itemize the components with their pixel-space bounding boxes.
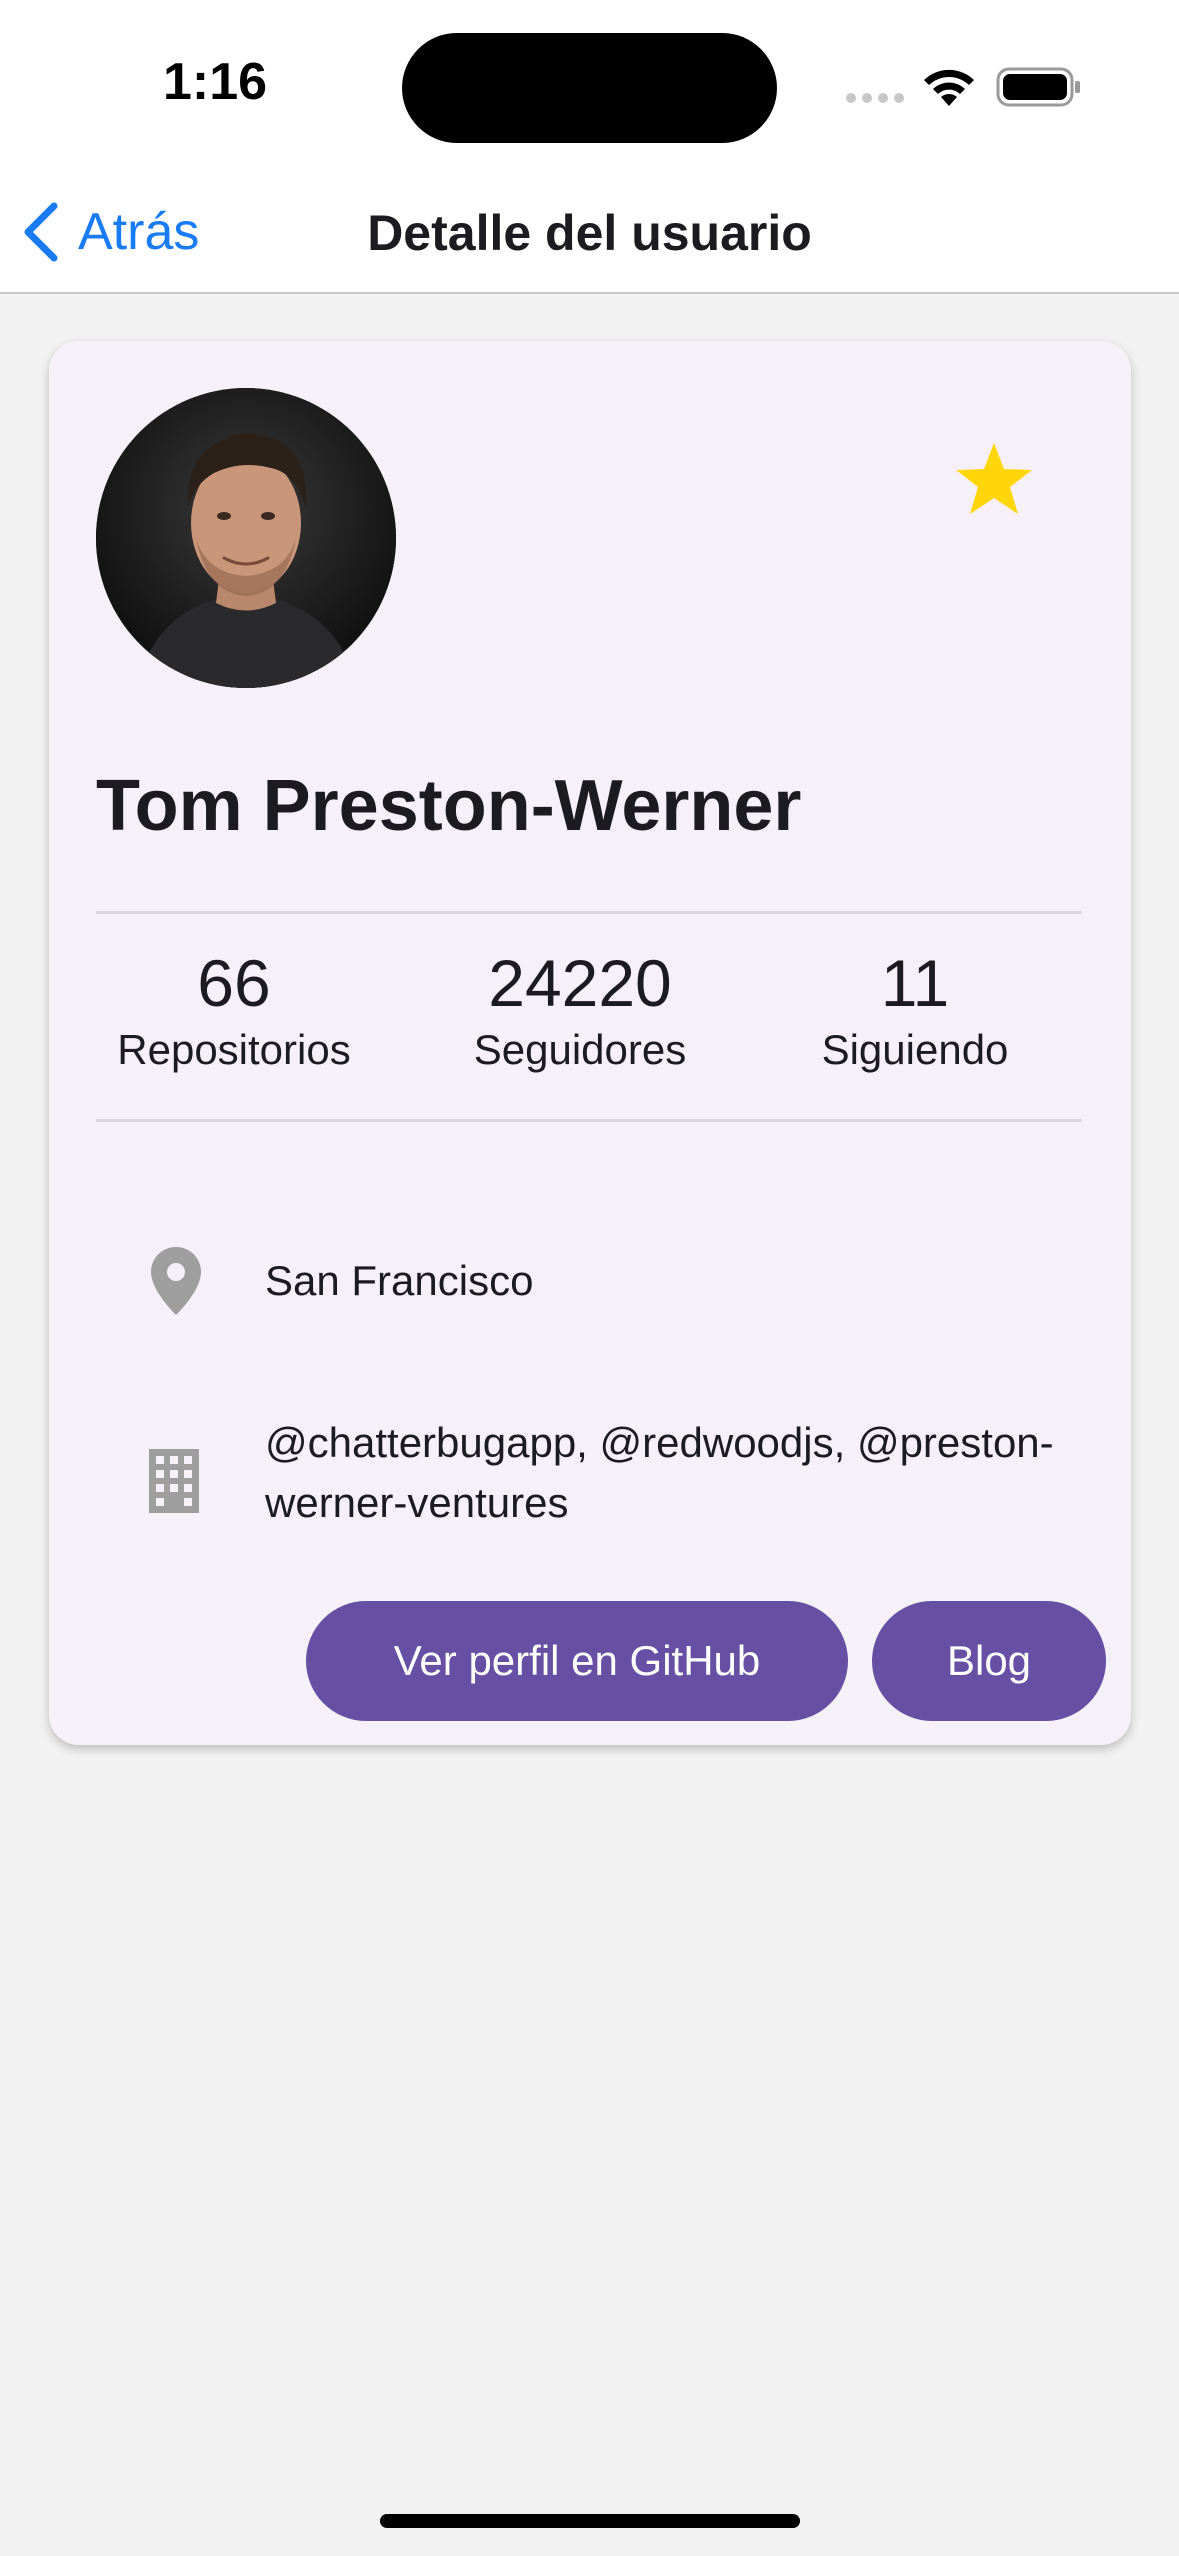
stat-label: Repositorios bbox=[117, 1025, 351, 1073]
wifi-icon bbox=[924, 69, 974, 106]
location-text: San Francisco bbox=[265, 1257, 534, 1304]
navigation-bar: Atrás Detalle del usuario bbox=[0, 170, 1179, 294]
battery-icon bbox=[996, 67, 1080, 107]
divider bbox=[96, 1119, 1082, 1122]
home-indicator bbox=[380, 2514, 800, 2528]
status-time: 1:16 bbox=[162, 53, 268, 111]
page-title: Detalle del usuario bbox=[367, 205, 812, 261]
user-name: Tom Preston-Werner bbox=[96, 766, 802, 846]
status-bar: 1:16 bbox=[0, 0, 1179, 170]
dynamic-island bbox=[402, 33, 777, 143]
cellular-signal-icon bbox=[846, 93, 904, 103]
stat-following: 11 Siguiendo bbox=[805, 947, 1025, 1074]
stat-value: 24220 bbox=[488, 946, 672, 1020]
stat-value: 11 bbox=[880, 946, 950, 1020]
location-pin-icon bbox=[151, 1247, 201, 1315]
stat-label: Seguidores bbox=[473, 1025, 687, 1073]
company-text-line: werner-ventures bbox=[265, 1479, 569, 1526]
view-github-profile-button[interactable]: Ver perfil en GitHub bbox=[306, 1601, 848, 1721]
favorite-star-icon[interactable] bbox=[954, 441, 1034, 517]
company-text: @chatterbugapp, @redwoodjs, @preston- we… bbox=[265, 1413, 1054, 1533]
avatar-portrait bbox=[96, 388, 396, 688]
company-text-line: @chatterbugapp, @redwoodjs, @preston- bbox=[265, 1419, 1054, 1466]
building-icon bbox=[149, 1449, 199, 1513]
avatar bbox=[96, 388, 396, 688]
company-row: @chatterbugapp, @redwoodjs, @preston- we… bbox=[49, 1413, 1131, 1543]
stat-followers: 24220 Seguidores bbox=[455, 947, 705, 1074]
stat-label: Siguiendo bbox=[821, 1025, 1009, 1073]
stat-repositories: 66 Repositorios bbox=[109, 947, 359, 1074]
user-detail-card: Tom Preston-Werner 66 Repositorios 24220… bbox=[49, 341, 1131, 1745]
blog-button[interactable]: Blog bbox=[872, 1601, 1106, 1721]
location-row: San Francisco bbox=[49, 1241, 1131, 1321]
stat-value: 66 bbox=[197, 946, 271, 1020]
divider bbox=[96, 911, 1082, 914]
